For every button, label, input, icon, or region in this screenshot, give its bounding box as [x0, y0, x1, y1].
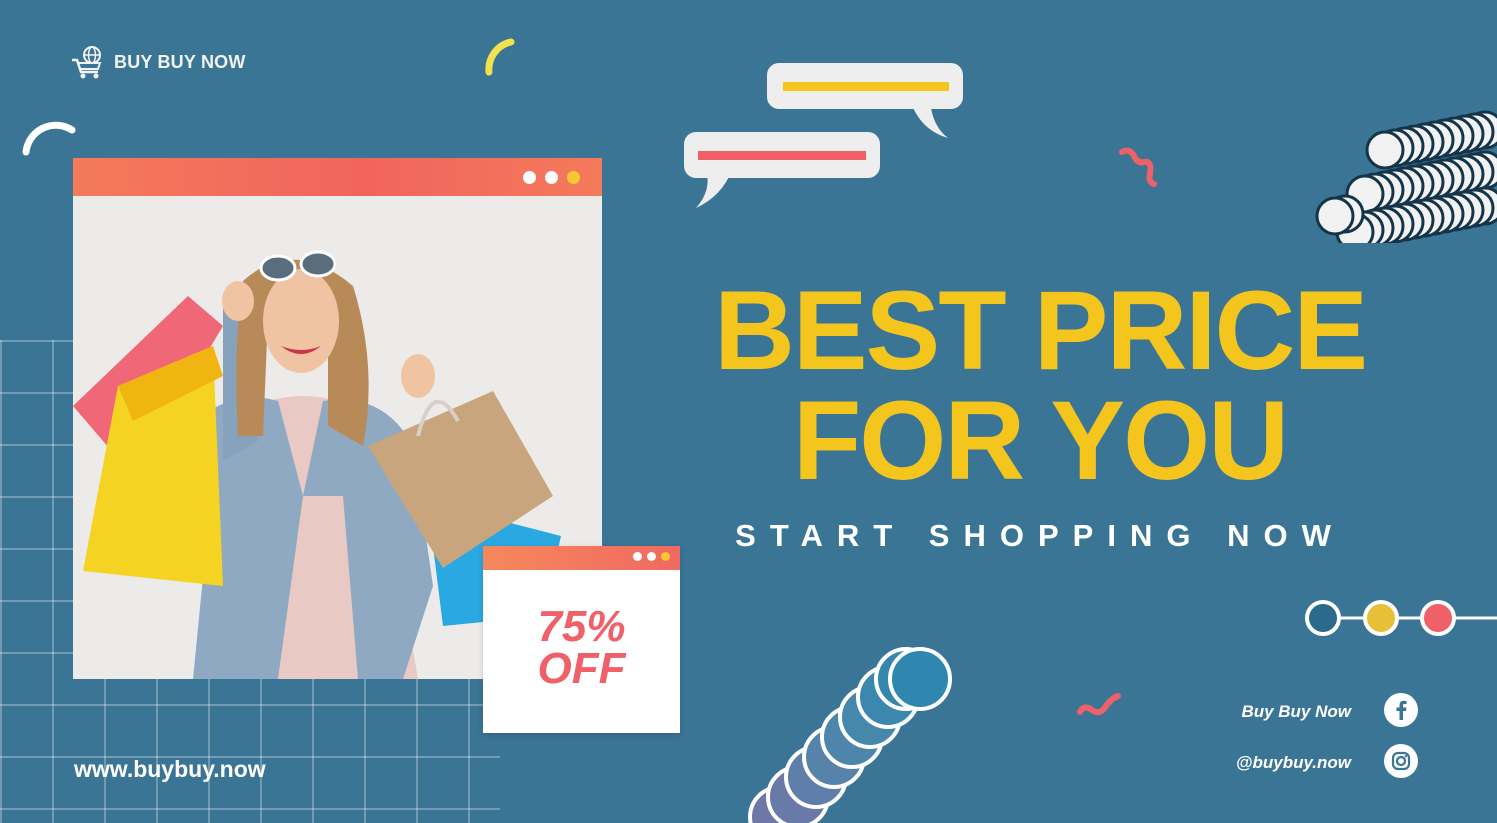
instagram-icon[interactable]: [1384, 744, 1418, 778]
discount-label: 75% OFF: [483, 602, 680, 693]
discount-off: OFF: [537, 644, 626, 693]
discount-card: 75% OFF: [483, 546, 680, 733]
shopping-cart-globe-icon: [72, 46, 102, 79]
promo-banner: BUY BUY NOW 75% OFF www.buybuy.now BEST …: [0, 0, 1497, 823]
window-dot: [523, 171, 536, 184]
discount-title-bar: [483, 546, 680, 570]
speech-bubble-tail-top: [910, 100, 948, 138]
window-dot: [647, 552, 656, 561]
instagram-label[interactable]: @buybuy.now: [1236, 753, 1351, 773]
facebook-label[interactable]: Buy Buy Now: [1241, 702, 1351, 722]
speech-bubble-tail-bottom: [696, 170, 732, 208]
window-dot: [545, 171, 558, 184]
discount-percent: 75%: [537, 602, 626, 651]
browser-title-bar: [73, 158, 602, 196]
brand-logo[interactable]: BUY BUY NOW: [70, 44, 246, 80]
window-dots: [633, 552, 670, 561]
stacked-discs-decoration: [1315, 110, 1497, 243]
facebook-icon[interactable]: [1384, 693, 1418, 727]
window-dot: [567, 171, 580, 184]
brand-name: BUY BUY NOW: [114, 51, 246, 72]
headline: BEST PRICE FOR YOU: [700, 268, 1380, 503]
headline-line-1: BEST PRICE: [713, 268, 1368, 393]
cta-subline[interactable]: START SHOPPING NOW: [700, 518, 1380, 554]
disc-trail-decoration: [748, 647, 952, 823]
website-link[interactable]: www.buybuy.now: [74, 756, 266, 783]
headline-line-2: FOR YOU: [792, 378, 1289, 503]
window-dot: [661, 552, 670, 561]
window-dot: [633, 552, 642, 561]
window-dots: [523, 171, 580, 184]
